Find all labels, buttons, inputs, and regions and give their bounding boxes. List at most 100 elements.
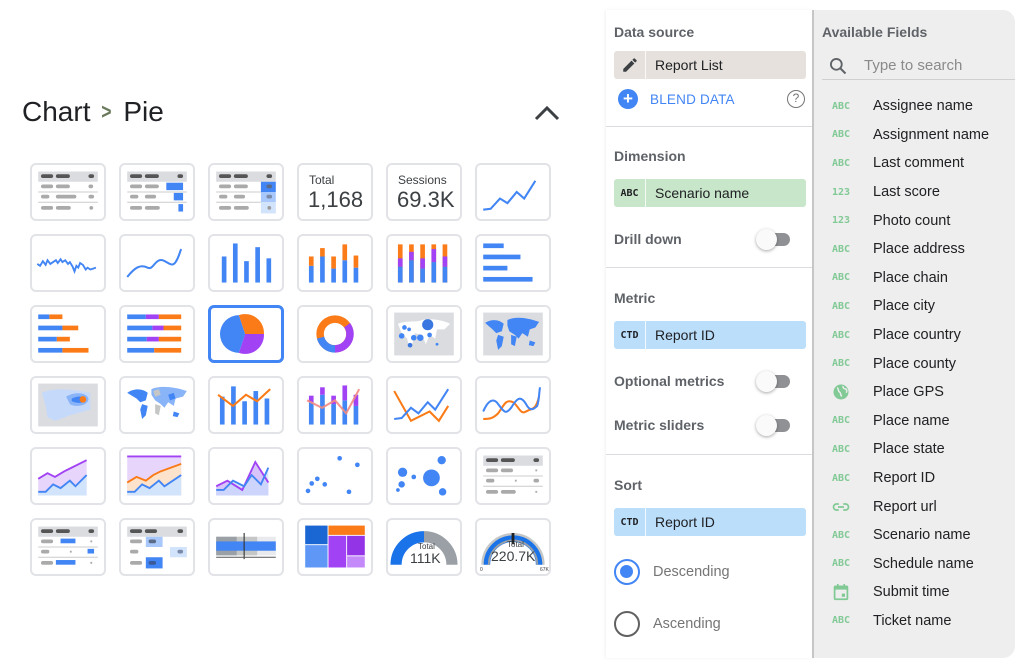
field-item[interactable]: ABC Report ID [822,464,1015,493]
field-label: Place country [873,327,961,344]
sort-ascending-option[interactable]: Ascending [614,610,806,638]
chart-type-area[interactable] [30,447,106,505]
chart-type-gauge[interactable]: Total 111K [386,518,462,576]
breadcrumb: Chart > Pie [22,96,164,128]
field-label: Place state [873,441,945,458]
field-item[interactable]: ABC Place address [822,235,1015,264]
chart-type-stacked-combo[interactable] [297,376,373,434]
field-item[interactable]: ABC Last comment [822,149,1015,178]
field-item[interactable]: ABC Place state [822,435,1015,464]
chart-type-sparkline[interactable] [30,234,106,292]
chart-type-time-series[interactable] [475,163,551,221]
chart-type-bar[interactable] [475,234,551,292]
field-item[interactable]: Submit time [822,578,1015,607]
chart-type-scorecard-compact[interactable]: Sessions 69.3K [386,163,462,221]
chart-type-scorecard[interactable]: Total 1,168 [297,163,373,221]
bar-chart-icon [483,243,533,282]
chart-type-pivot-table[interactable] [475,447,551,505]
field-label: Place address [873,241,965,258]
sort-field-name: Report ID [655,514,715,530]
toggle-knob [756,415,777,436]
field-item[interactable]: ABC Place county [822,349,1015,378]
sort-chip[interactable]: CTD Report ID [614,508,806,536]
text-type-icon: ABC [831,472,851,484]
field-label: Place chain [873,269,948,286]
field-item[interactable]: ABC Place name [822,407,1015,436]
divider [606,126,814,127]
chart-type-scatter[interactable] [297,447,373,505]
chart-type-100-stacked-area[interactable] [208,447,284,505]
chart-type-smoothed-line[interactable] [475,376,551,434]
chart-type-bubble-map[interactable] [386,305,462,363]
count-distinct-icon: CTD [614,321,646,349]
chart-type-stacked-area[interactable] [119,447,195,505]
pencil-icon[interactable] [614,51,646,79]
chart-type-100-stacked-bar[interactable] [119,305,195,363]
field-item[interactable]: ABC Scenario name [822,521,1015,550]
add-circle-icon: + [618,89,638,109]
chart-type-100-stacked-column[interactable] [386,234,462,292]
chart-type-table-with-bars[interactable] [119,163,195,221]
link-icon [830,498,852,516]
field-label: Photo count [873,212,951,229]
chart-type-geo-chart[interactable] [119,376,195,434]
breadcrumb-chart[interactable]: Chart [22,96,90,128]
help-icon[interactable]: ? [787,90,805,108]
metric-chip[interactable]: CTD Report ID [614,321,806,349]
chart-type-pivot-table-heatmap[interactable] [119,518,195,576]
sort-descending-option[interactable]: Descending [614,558,806,586]
chart-type-bubble[interactable] [386,447,462,505]
field-item[interactable]: 123 Last score [822,178,1015,207]
available-fields-title: Available Fields [822,24,928,40]
pie-chart-icon [220,314,264,354]
field-item[interactable]: Place GPS [822,378,1015,407]
optional-metrics-toggle[interactable] [756,371,790,392]
chart-type-column[interactable] [208,234,284,292]
text-type-icon: ABC [831,272,851,284]
text-type-icon: ABC [831,615,851,627]
chart-type-line[interactable] [386,376,462,434]
metric-sliders-toggle[interactable] [756,415,790,436]
chart-type-stacked-column[interactable] [297,234,373,292]
combo-chart-icon [217,386,271,425]
field-item[interactable]: ABC Place country [822,321,1015,350]
text-type-icon: ABC [831,243,851,255]
field-item[interactable]: ABC Place chain [822,264,1015,293]
chart-type-pivot-table-bars[interactable] [30,518,106,576]
blend-data-button[interactable]: + BLEND DATA [618,88,806,110]
drill-down-toggle[interactable] [756,229,790,250]
chart-type-filled-map[interactable] [475,305,551,363]
field-item[interactable]: ABC Schedule name [822,550,1015,579]
text-type-icon: ABC [831,558,851,570]
field-label: Last comment [873,155,965,172]
data-source-title: Data source [614,24,695,40]
data-source-chip[interactable]: Report List [614,51,806,79]
chart-type-treemap[interactable] [297,518,373,576]
chart-type-gauge-with-target[interactable]: Total 220.7K 0 67K [475,518,551,576]
radio-checked-icon[interactable] [614,559,640,585]
text-type-icon: ABC [831,300,851,312]
stacked-combo-icon [306,385,361,425]
field-item[interactable]: ABC Assignment name [822,121,1015,150]
field-item[interactable]: ABC Ticket name [822,607,1015,636]
radio-unchecked-icon[interactable] [614,611,640,637]
dimension-chip[interactable]: ABC Scenario name [614,179,806,207]
field-search-input[interactable] [864,57,1004,74]
chart-type-bullet[interactable] [208,518,284,576]
chart-type-combo[interactable] [208,376,284,434]
field-item[interactable]: Report url [822,492,1015,521]
field-item[interactable]: ABC Assignee name [822,92,1015,121]
field-item[interactable]: ABC Place city [822,292,1015,321]
chart-type-grid: Total 1,168 Sessions 69.3K Total 111K To… [30,163,551,576]
pivot-table-icon [483,455,543,494]
field-item[interactable]: 123 Photo count [822,206,1015,235]
chart-type-pie[interactable] [208,305,284,363]
line-chart-icon [393,388,450,423]
chart-type-stacked-bar[interactable] [30,305,106,363]
chart-type-table-heatmap[interactable] [208,163,284,221]
collapse-button[interactable] [532,98,562,128]
chart-type-donut[interactable] [297,305,373,363]
chart-type-heatmap-map[interactable] [30,376,106,434]
chart-type-table[interactable] [30,163,106,221]
chart-type-smoothed-time-series[interactable] [119,234,195,292]
